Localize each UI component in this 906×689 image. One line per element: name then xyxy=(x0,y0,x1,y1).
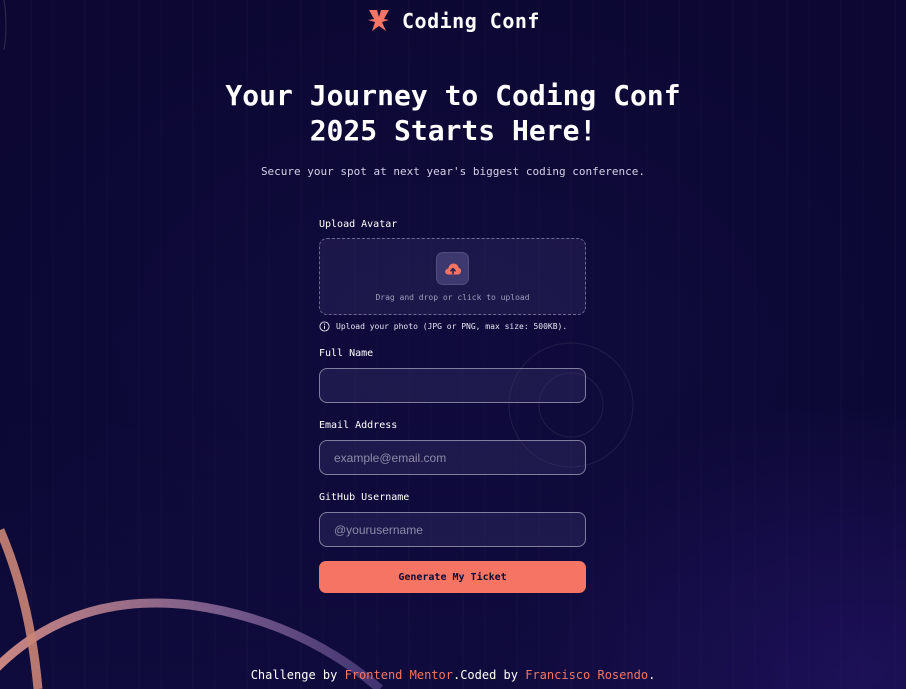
github-username-label: GitHub Username xyxy=(319,492,410,503)
email-label: Email Address xyxy=(319,420,398,431)
upload-hint-text: Upload your photo (JPG or PNG, max size:… xyxy=(336,321,568,331)
attribution-footer: Challenge by Frontend Mentor.Coded by Fr… xyxy=(0,668,906,682)
full-name-input[interactable] xyxy=(319,368,586,403)
page-title-line-2: 2025 Starts Here! xyxy=(309,114,597,147)
generate-ticket-button[interactable]: Generate My Ticket xyxy=(319,561,586,593)
page-title: Your Journey to Coding Conf 2025 Starts … xyxy=(0,78,906,148)
upload-prompt: Drag and drop or click to upload xyxy=(375,293,530,302)
full-name-label: Full Name xyxy=(319,348,374,359)
site-header: Coding Conf xyxy=(0,8,906,34)
avatar-label: Upload Avatar xyxy=(319,219,398,230)
ticket-form: Upload Avatar Drag and drop or click to … xyxy=(319,218,586,593)
upload-hint: Upload your photo (JPG or PNG, max size:… xyxy=(319,320,586,332)
footer-suffix: . xyxy=(648,668,656,682)
email-input[interactable] xyxy=(319,440,586,475)
page-subtitle: Secure your spot at next year's biggest … xyxy=(260,165,646,178)
frontend-mentor-link[interactable]: Frontend Mentor xyxy=(345,668,453,682)
info-icon xyxy=(319,320,330,332)
github-username-input[interactable] xyxy=(319,512,586,547)
author-link[interactable]: Francisco Rosendo xyxy=(525,668,648,682)
avatar-upload-dropzone[interactable]: Drag and drop or click to upload xyxy=(319,238,586,315)
footer-middle: .Coded by xyxy=(452,668,526,682)
page-title-line-1: Your Journey to Coding Conf xyxy=(225,79,681,112)
brand-name: Coding Conf xyxy=(402,9,540,33)
coding-conf-logo-icon xyxy=(368,10,390,31)
footer-prefix: Challenge by xyxy=(250,668,345,682)
cloud-upload-icon xyxy=(436,252,469,285)
